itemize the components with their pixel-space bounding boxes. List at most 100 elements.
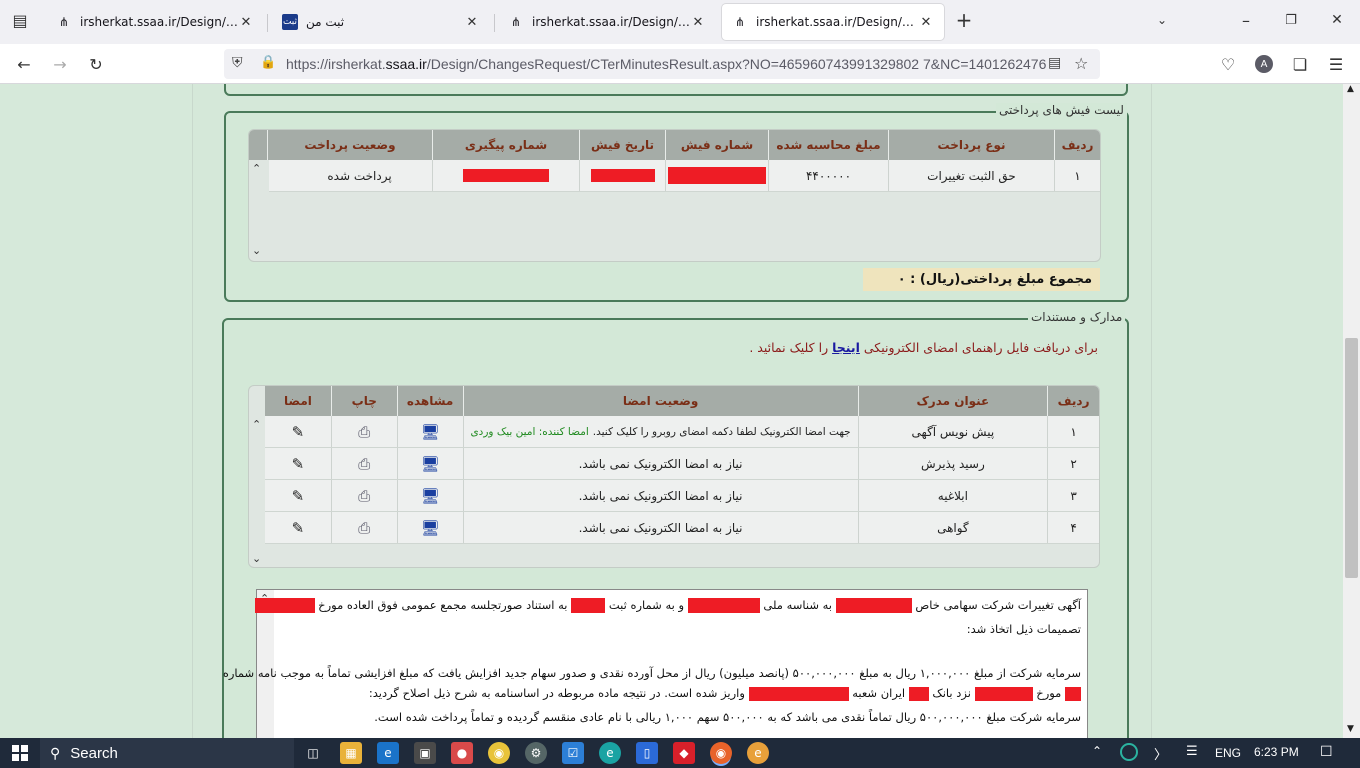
cell-amount: ۴۴۰۰۰۰۰ <box>768 160 888 191</box>
scrollbar-thumb[interactable] <box>1345 338 1358 578</box>
cell-sign: ✎ <box>265 416 331 447</box>
clock[interactable]: 6:23 PM <box>1254 745 1299 759</box>
col-header: مشاهده <box>396 386 463 416</box>
chrome-icon[interactable]: ◉ <box>488 742 510 764</box>
total-amount-label: مجموع مبلغ پرداختی(ریال) : ۰ <box>863 268 1100 291</box>
pocket-icon[interactable]: ♡ <box>1214 52 1242 76</box>
tab-title: irsherkat.ssaa.ir/Design/ChangesRequest/… <box>532 15 690 29</box>
sign-document-icon[interactable]: ✎ <box>292 455 305 473</box>
windows-start-icon[interactable] <box>12 745 28 761</box>
scroll-up-icon[interactable]: ⌃ <box>252 418 261 431</box>
menu-icon[interactable]: ☰ <box>1322 52 1350 76</box>
shield-icon[interactable]: ⛨ <box>232 55 243 71</box>
tab-4-active[interactable]: ⋔ irsherkat.ssaa.ir/Design/ChangesReques… <box>722 4 944 40</box>
sabt-logo-icon: ثبت <box>282 14 298 30</box>
reader-view-icon[interactable]: ▤ <box>1048 55 1061 71</box>
tray-app-icon[interactable] <box>1120 743 1138 761</box>
printer-icon[interactable]: ⎙ <box>358 519 370 537</box>
col-header: چاپ <box>330 386 397 416</box>
table-row[interactable]: ۴ گواهی نیاز به امضا الکترونیک نمی باشد. 🖥 ⎙… <box>265 512 1099 544</box>
cell-row: ۱ <box>1047 416 1099 447</box>
sign-document-icon[interactable]: ✎ <box>292 487 305 505</box>
wifi-icon[interactable]: ☰ <box>1186 744 1198 759</box>
view-monitor-icon[interactable]: 🖥 <box>421 423 440 441</box>
file-explorer-icon[interactable]: ▦ <box>340 742 362 764</box>
tab-list-icon[interactable]: ▤ <box>6 8 34 32</box>
edge-icon[interactable]: e <box>599 742 621 764</box>
sitemap-icon: ⋔ <box>510 15 522 29</box>
close-tab-icon[interactable]: ✕ <box>690 15 706 30</box>
internet-explorer-icon[interactable]: e <box>377 742 399 764</box>
scroll-up-icon[interactable]: ▲ <box>1347 84 1354 94</box>
close-tab-icon[interactable]: ✕ <box>238 15 254 30</box>
taskbar-search[interactable]: ⚲ Search <box>40 738 294 768</box>
scroll-down-icon[interactable]: ⌄ <box>252 552 261 565</box>
extensions-icon[interactable]: ❏ <box>1286 52 1314 76</box>
guide-link[interactable]: اینجا <box>832 340 860 355</box>
table-row[interactable]: ۳ ابلاغیه نیاز به امضا الکترونیک نمی باشد.… <box>265 480 1099 512</box>
table-row[interactable]: ۲ رسید پذیرش نیاز به امضا الکترونیک نمی با… <box>265 448 1099 480</box>
table-row[interactable]: ۱ حق الثبت تغییرات ۴۴۰۰۰۰۰ پرداخت شده <box>269 160 1100 192</box>
firefox-icon[interactable]: ◉ <box>710 742 732 764</box>
col-header: شماره فیش <box>665 130 768 160</box>
redaction <box>571 598 606 613</box>
notice-line-5: سرمایه شرکت مبلغ ۵۰۰,۰۰۰,۰۰۰ ریال تماماً… <box>374 710 1081 724</box>
app-icon[interactable]: ⚙ <box>525 742 547 764</box>
previous-fieldset <box>224 84 1128 96</box>
cell-status: نیاز به امضا الکترونیک نمی باشد. <box>462 480 858 511</box>
chevron-up-icon[interactable]: ⌃ <box>1092 744 1102 758</box>
cell-status: نیاز به امضا الکترونیک نمی باشد. <box>462 448 858 479</box>
app-icon[interactable]: ☑ <box>562 742 584 764</box>
task-view-icon[interactable]: ◫ <box>302 742 324 764</box>
scroll-down-icon[interactable]: ▼ <box>1347 724 1354 734</box>
paint-app-icon[interactable]: ● <box>451 742 473 764</box>
status-text: نیاز به امضا الکترونیک نمی باشد. <box>578 488 743 503</box>
tab-bar: ▤ ⋔ irsherkat.ssaa.ir/Design/ChangesRequ… <box>0 0 1360 44</box>
forward-icon[interactable]: → <box>46 52 74 76</box>
account-icon[interactable]: A <box>1250 52 1278 76</box>
cell-sign: ✎ <box>265 480 331 511</box>
close-tab-icon[interactable]: ✕ <box>918 15 934 30</box>
view-monitor-icon[interactable]: 🖥 <box>421 519 440 537</box>
anydesk-icon[interactable]: ◆ <box>673 742 695 764</box>
col-header: نوع پرداخت <box>888 130 1054 160</box>
documents-legend: مدارک و مستندات <box>1028 310 1126 324</box>
url-bar[interactable]: ⛨ 🔒 https://irsherkat.ssaa.ir/Design/Cha… <box>224 49 1100 79</box>
scroll-up-icon[interactable]: ⌃ <box>252 162 261 175</box>
scroll-down-icon[interactable]: ⌄ <box>252 244 261 257</box>
view-monitor-icon[interactable]: 🖥 <box>421 487 440 505</box>
app-icon[interactable]: e <box>747 742 769 764</box>
sign-document-icon[interactable]: ✎ <box>292 423 305 441</box>
printer-icon[interactable]: ⎙ <box>358 423 370 441</box>
lock-icon[interactable]: 🔒 <box>260 55 276 70</box>
page-viewport: لیست فیش های پرداختی ردیف نوع پرداخت مبل… <box>0 84 1343 738</box>
app-icon[interactable]: ▯ <box>636 742 658 764</box>
col-header: امضا <box>283 394 312 408</box>
archive-app-icon[interactable]: ▣ <box>414 742 436 764</box>
back-icon[interactable]: ← <box>10 52 38 76</box>
table-row[interactable]: ۱ پیش نویس آگهی جهت امضا الکترونیک لطفا دک… <box>265 416 1099 448</box>
new-tab-button[interactable]: + <box>950 8 978 32</box>
tab-2[interactable]: ثبت ثبت من ✕ <box>272 4 490 40</box>
minimize-icon[interactable]: – <box>1232 8 1260 32</box>
col-header: ردیف <box>1047 386 1099 416</box>
close-window-icon[interactable]: ✕ <box>1323 8 1351 32</box>
printer-icon[interactable]: ⎙ <box>358 487 370 505</box>
cell-receipt-date <box>579 160 665 191</box>
printer-icon[interactable]: ⎙ <box>358 455 370 473</box>
notifications-icon[interactable]: ☐ <box>1320 744 1333 760</box>
network-icon[interactable]: 〉 <box>1154 744 1167 763</box>
account-avatar: A <box>1255 55 1273 73</box>
tab-3[interactable]: ⋔ irsherkat.ssaa.ir/Design/ChangesReques… <box>498 4 716 40</box>
bookmark-star-icon[interactable]: ☆ <box>1074 54 1088 73</box>
chevron-down-icon[interactable]: ⌄ <box>1148 8 1176 32</box>
language-indicator[interactable]: ENG <box>1215 746 1241 760</box>
view-monitor-icon[interactable]: 🖥 <box>421 455 440 473</box>
notice-textbox[interactable]: ⌃ آگهی تغییرات شرکت سهامی خاص به شناسه م… <box>223 589 1088 738</box>
cell-receipt-number <box>665 160 768 191</box>
restore-icon[interactable]: ❐ <box>1277 8 1305 32</box>
sign-document-icon[interactable]: ✎ <box>292 519 305 537</box>
tab-1[interactable]: ⋔ irsherkat.ssaa.ir/Design/ChangesReques… <box>46 4 264 40</box>
reload-icon[interactable]: ↻ <box>82 52 110 76</box>
close-tab-icon[interactable]: ✕ <box>464 15 480 30</box>
